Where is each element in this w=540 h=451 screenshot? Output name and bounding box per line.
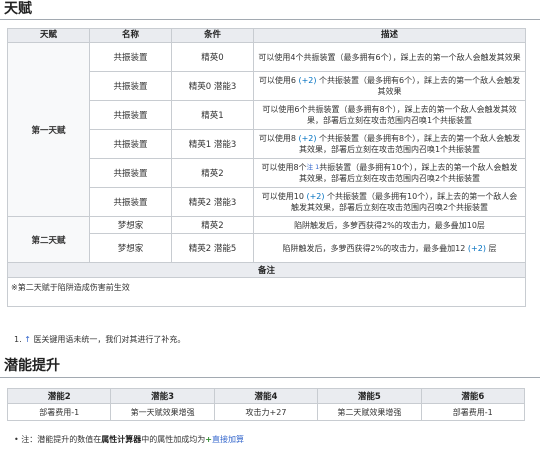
talent-section-title: 天赋 (0, 0, 540, 20)
talent-condition: 精英2 潜能5 (171, 233, 254, 263)
talent-condition: 精英2 潜能3 (171, 187, 254, 217)
potential-value: 攻击力+27 (213, 403, 319, 421)
talent-name: 共振装置 (89, 158, 172, 188)
potential-header: 潜能4 (213, 388, 319, 404)
potential-note: • 注：潜能提升的数值在属性计算器中的属性加成均为+直接加算 (14, 434, 244, 445)
talent-column-header: 名称 (89, 28, 172, 43)
potential-value: 部署费用-1 (6, 403, 112, 421)
talent-condition: 精英0 (171, 42, 254, 72)
footnote-ref-link[interactable]: 注 1 (307, 163, 320, 171)
potential-section-title: 潜能提升 (0, 355, 540, 378)
potential-header: 潜能5 (317, 388, 422, 404)
plus-icon: + (205, 435, 212, 444)
footnote-marker: 1. (14, 335, 22, 344)
talent-name: 共振装置 (89, 71, 172, 101)
talent-name: 共振装置 (89, 187, 172, 217)
attribute-calculator-term: 属性计算器 (101, 435, 142, 444)
direct-addition-link[interactable]: 直接加算 (212, 435, 244, 444)
talent-column-header: 描述 (253, 28, 526, 43)
talent-name: 共振装置 (89, 42, 172, 72)
note-header: 备注 (7, 262, 526, 278)
potential-header: 潜能3 (110, 388, 215, 404)
talent-description: 陷阱触发后，多萝西获得2%的攻击力，最多叠加10层 (253, 216, 526, 234)
talent-condition: 精英0 潜能3 (171, 71, 254, 101)
talent-description: 可以使用4个共振装置（最多拥有6个），踩上去的第一个敌人会触发其效果 (253, 42, 526, 72)
potential-value: 第一天赋效果增强 (110, 403, 215, 421)
note-prefix: 注：潜能提升的数值在 (21, 435, 102, 444)
talent-description: 可以使用6个共振装置（最多拥有8个），踩上去的第一个敌人会触发其效果，部署后立刻… (253, 100, 526, 130)
talent-condition: 精英2 (171, 158, 254, 188)
potential-header: 潜能2 (6, 388, 112, 404)
talent-table: 天赋 名称 条件 描述 第一天赋 共振装置 精英0 可以使用4个共振装置（最多拥有6个），踩上… (7, 28, 526, 307)
footnote-backlink[interactable]: ↑ (24, 335, 31, 344)
footnote: 1. ↑ 医关键用语未统一，我们对其进行了补充。 (14, 334, 185, 345)
talent-category: 第二天赋 (7, 216, 90, 263)
talent-row: 第一天赋 共振装置 精英0 可以使用4个共振装置（最多拥有6个），踩上去的第一个敌人会… (7, 42, 526, 217)
bonus-value: (+2) (467, 243, 486, 253)
talent-name: 共振装置 (89, 129, 172, 159)
potential-table: 潜能2 潜能3 潜能4 潜能5 潜能6 部署费用-1 第一天赋效果增强 攻击力+27 第二天赋… (6, 388, 526, 421)
bonus-value: (+2) (306, 192, 325, 201)
note-middle: 中的属性加成均为 (141, 435, 206, 444)
talent-condition: 精英1 潜能3 (171, 129, 254, 159)
note-text: ※第二天赋于陷阱造成伤害前生效 (7, 277, 526, 307)
footnote-text: 医关键用语未统一，我们对其进行了补充。 (33, 335, 186, 344)
potential-header: 潜能6 (420, 388, 526, 404)
talent-condition: 精英1 (171, 100, 254, 130)
bonus-value: (+2) (298, 76, 317, 85)
potential-value: 部署费用-1 (420, 403, 526, 421)
talent-column-header: 条件 (171, 28, 254, 43)
bullet: • (14, 435, 19, 444)
talent-name: 梦想家 (89, 216, 172, 234)
talent-category: 第一天赋 (7, 42, 90, 217)
bonus-value: (+2) (298, 134, 317, 143)
talent-description: 可以使用10 (+2) 个共振装置（最多拥有10个），踩上去的第一个敌人会触发其… (253, 187, 526, 217)
talent-description: 可以使用6 (+2) 个共振装置（最多拥有6个），踩上去的第一个敌人会触发其效果 (253, 71, 526, 101)
talent-row: 第二天赋 梦想家 精英2 陷阱触发后，多萝西获得2%的攻击力，最多叠加10层 (7, 216, 526, 263)
talent-condition: 精英2 (171, 216, 254, 234)
talent-name: 梦想家 (89, 233, 172, 263)
talent-column-header: 天赋 (7, 28, 90, 43)
talent-name: 共振装置 (89, 100, 172, 130)
potential-value: 第二天赋效果增强 (317, 403, 422, 421)
talent-description: 陷阱触发后，多萝西获得2%的攻击力，最多叠加12 (+2) 层 (253, 233, 526, 263)
talent-description: 可以使用8个注 1共振装置（最多拥有10个），踩上去的第一个敌人会触发其效果，部… (253, 158, 526, 188)
talent-description: 可以使用8 (+2) 个共振装置（最多拥有8个），踩上去的第一个敌人会触发其效果… (253, 129, 526, 159)
